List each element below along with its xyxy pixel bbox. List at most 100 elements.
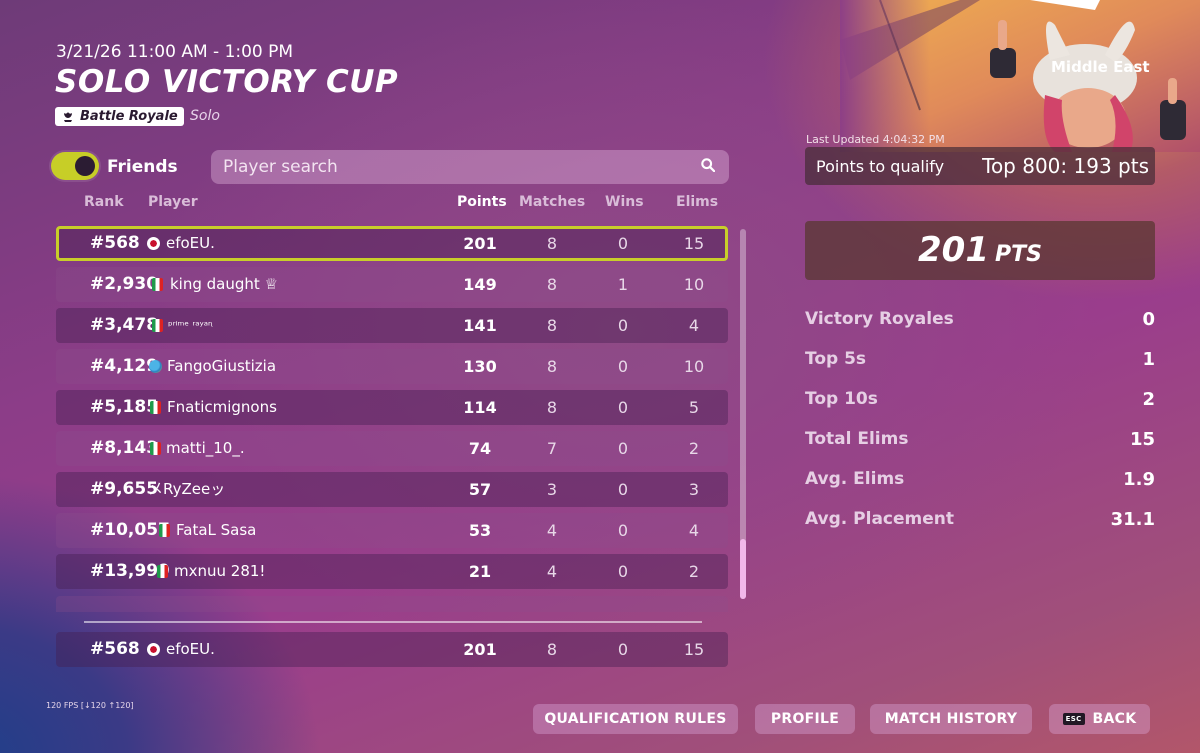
stat-top10s: Top 10s 2 <box>805 389 1155 413</box>
stat-value: 0 <box>1142 309 1155 330</box>
row-player: ᵖʳⁱᵐᵉ ʳᵃʸᵃᶯ <box>168 319 214 332</box>
italy-flag-icon <box>150 442 161 455</box>
esc-key-icon: ESC <box>1062 713 1085 725</box>
my-matches: 8 <box>546 640 558 659</box>
italy-flag-icon <box>150 401 161 414</box>
mode-subtitle: Solo <box>190 108 220 124</box>
match-history-button[interactable]: MATCH HISTORY <box>870 704 1032 734</box>
leaderboard-row[interactable]: #10,057 FataL Sasa 53 4 0 4 <box>56 513 728 548</box>
row-matches: 3 <box>546 480 558 499</box>
row-points: 201 <box>463 234 497 253</box>
page-title: SOLO VICTORY CUP <box>55 64 399 100</box>
battle-royale-icon <box>64 111 72 122</box>
fps-counter: 120 FPS [↓120 ↑120] <box>46 701 134 710</box>
search-icon[interactable] <box>701 158 715 172</box>
row-wins: 0 <box>617 316 629 335</box>
leaderboard-row-partial[interactable] <box>56 596 728 612</box>
row-elims: 2 <box>688 439 700 458</box>
row-player: mxnuu 281! <box>174 562 266 580</box>
row-elims: 4 <box>688 521 700 540</box>
my-player: efoEU. <box>166 640 215 658</box>
points-unit: PTS <box>995 242 1042 267</box>
leaderboard-row[interactable]: #4,129 FangoGiustizia 130 8 0 10 <box>56 349 728 384</box>
mode-badge-label: Battle Royale <box>80 109 178 124</box>
qualification-rules-button[interactable]: QUALIFICATION RULES <box>533 704 738 734</box>
region-label: Middle East <box>1051 58 1150 76</box>
row-wins: 0 <box>617 439 629 458</box>
row-player: king daught ♕ <box>170 275 278 293</box>
row-elims: 5 <box>688 398 700 417</box>
stat-avg-placement: Avg. Placement 31.1 <box>805 509 1155 533</box>
row-wins: 0 <box>617 521 629 540</box>
character-artwork <box>840 0 1200 152</box>
event-date: 3/21/26 11:00 AM - 1:00 PM <box>56 42 294 62</box>
stat-value: 1.9 <box>1123 469 1155 490</box>
scrollbar-thumb[interactable] <box>740 539 746 599</box>
my-wins: 0 <box>617 640 629 659</box>
stat-top5s: Top 5s 1 <box>805 349 1155 373</box>
qualify-value: Top 800: 193 pts <box>982 154 1149 178</box>
italy-flag-icon <box>152 278 163 291</box>
row-elims: 3 <box>688 480 700 499</box>
row-rank: #3,478 <box>90 315 159 335</box>
row-elims: 10 <box>683 357 705 376</box>
col-player: Player <box>148 194 198 210</box>
player-search-input[interactable]: Player search <box>211 150 729 184</box>
row-player: メRyZeeッ <box>148 480 226 498</box>
stat-label: Avg. Placement <box>805 509 955 529</box>
row-rank: #568 <box>90 233 140 253</box>
stat-label: Top 5s <box>805 349 867 369</box>
leaderboard-row[interactable]: #2,930 king daught ♕ 149 8 1 10 <box>56 267 728 302</box>
italy-flag-icon <box>159 524 170 537</box>
row-player: FangoGiustizia <box>167 357 277 375</box>
row-points: 149 <box>463 275 497 294</box>
leaderboard-list: #568 efoEU. 201 8 0 15 #2,930 king daugh… <box>56 226 728 612</box>
row-wins: 0 <box>617 562 629 581</box>
friends-toggle[interactable] <box>51 152 99 180</box>
col-matches: Matches <box>519 194 586 210</box>
row-matches: 8 <box>546 316 558 335</box>
row-player: matti_10_. <box>166 439 245 457</box>
japan-flag-icon <box>147 237 160 250</box>
stat-label: Victory Royales <box>805 309 954 329</box>
row-wins: 0 <box>617 480 629 499</box>
row-elims: 4 <box>688 316 700 335</box>
leaderboard-header: Rank Player Points Matches Wins Elims <box>0 194 740 212</box>
col-points: Points <box>457 194 507 210</box>
stat-total-elims: Total Elims 15 <box>805 429 1155 453</box>
stat-label: Avg. Elims <box>805 469 905 489</box>
row-elims: 10 <box>683 275 705 294</box>
stat-avg-elims: Avg. Elims 1.9 <box>805 469 1155 493</box>
globe-flag-icon <box>149 360 162 373</box>
row-wins: 0 <box>617 234 629 253</box>
back-button[interactable]: ESC BACK <box>1049 704 1150 734</box>
qualify-box: Points to qualify Top 800: 193 pts <box>805 147 1155 185</box>
leaderboard-row[interactable]: #13,999 mxnuu 281! 21 4 0 2 <box>56 554 728 589</box>
leaderboard-row[interactable]: #9,655 メRyZeeッ 57 3 0 3 <box>56 472 728 507</box>
search-placeholder: Player search <box>223 157 338 177</box>
stat-value: 1 <box>1142 349 1155 370</box>
total-points: 201 <box>918 230 989 270</box>
row-elims: 15 <box>683 234 705 253</box>
row-rank: #10,057 <box>90 520 170 540</box>
leaderboard-row[interactable]: #568 efoEU. 201 8 0 15 <box>56 226 728 261</box>
row-wins: 0 <box>617 357 629 376</box>
col-rank: Rank <box>84 194 124 210</box>
row-points: 130 <box>463 357 497 376</box>
col-elims: Elims <box>676 194 719 210</box>
my-rank-row[interactable]: #568 efoEU. 201 8 0 15 <box>56 632 728 667</box>
leaderboard-scrollbar[interactable] <box>740 229 746 599</box>
leaderboard-row[interactable]: #5,185 Fnaticmignons 114 8 0 5 <box>56 390 728 425</box>
mode-badge: Battle Royale <box>55 107 184 126</box>
leaderboard-row[interactable]: #3,478 ᵖʳⁱᵐᵉ ʳᵃʸᵃᶯ 141 8 0 4 <box>56 308 728 343</box>
stat-value: 15 <box>1129 429 1155 450</box>
stat-value: 2 <box>1142 389 1155 410</box>
stat-label: Top 10s <box>805 389 878 409</box>
last-updated: Last Updated 4:04:32 PM <box>806 133 945 146</box>
stat-label: Total Elims <box>805 429 909 449</box>
profile-button[interactable]: PROFILE <box>755 704 855 734</box>
leaderboard-row[interactable]: #8,143 matti_10_. 74 7 0 2 <box>56 431 728 466</box>
divider <box>84 621 702 623</box>
my-elims: 15 <box>683 640 705 659</box>
row-matches: 4 <box>546 521 558 540</box>
